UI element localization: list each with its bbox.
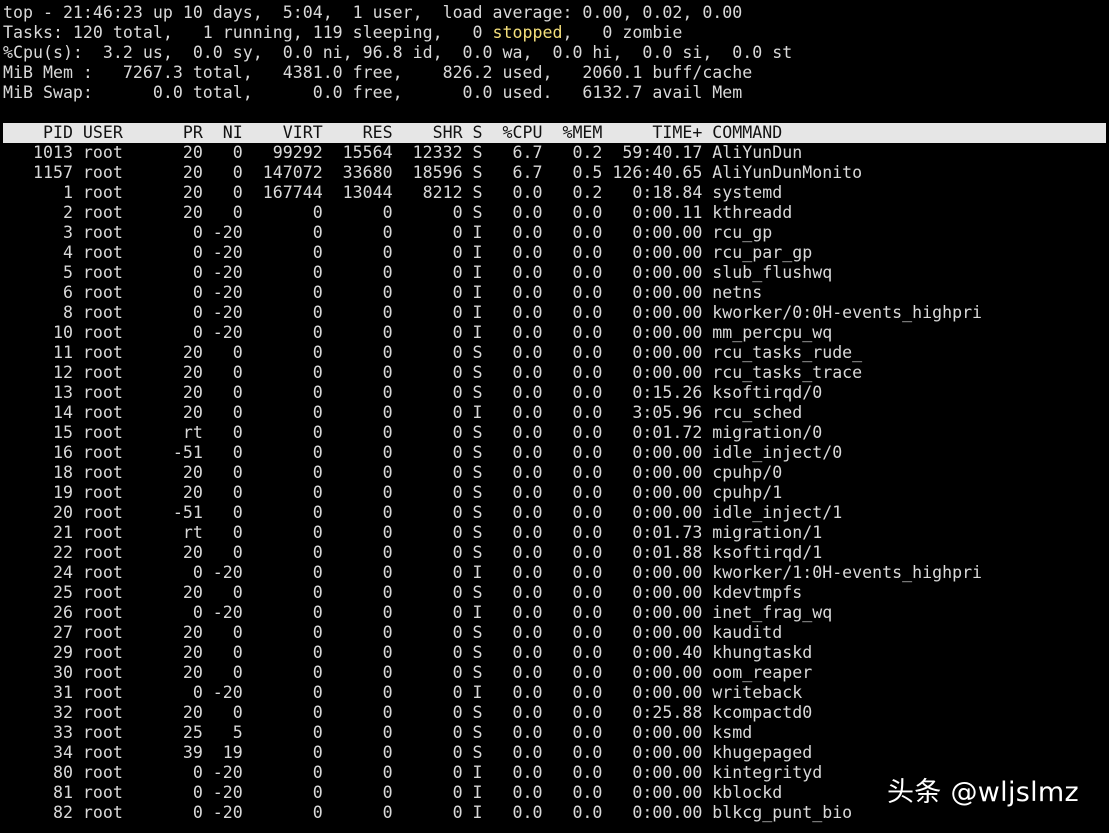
process-row: 32 root 20 0 0 0 0 S 0.0 0.0 0:25.88 kco…: [3, 703, 813, 722]
process-row: 5 root 0 -20 0 0 0 I 0.0 0.0 0:00.00 slu…: [3, 263, 833, 282]
tasks-stopped-label: stopped: [492, 23, 563, 42]
mem-line: MiB Mem : 7267.3 total, 4381.0 free, 826…: [3, 63, 753, 82]
process-row: 1157 root 20 0 147072 33680 18596 S 6.7 …: [3, 163, 863, 182]
process-row: 15 root rt 0 0 0 0 S 0.0 0.0 0:01.72 mig…: [3, 423, 823, 442]
process-row: 12 root 20 0 0 0 0 S 0.0 0.0 0:00.00 rcu…: [3, 363, 863, 382]
process-row: 6 root 0 -20 0 0 0 I 0.0 0.0 0:00.00 net…: [3, 283, 763, 302]
watermark: 头条 @wljslmz: [887, 777, 1080, 808]
process-row: 11 root 20 0 0 0 0 S 0.0 0.0 0:00.00 rcu…: [3, 343, 863, 362]
process-row: 18 root 20 0 0 0 0 S 0.0 0.0 0:00.00 cpu…: [3, 463, 783, 482]
process-row: 1 root 20 0 167744 13044 8212 S 0.0 0.2 …: [3, 183, 783, 202]
process-row: 8 root 0 -20 0 0 0 I 0.0 0.0 0:00.00 kwo…: [3, 303, 983, 322]
process-row: 33 root 25 5 0 0 0 S 0.0 0.0 0:00.00 ksm…: [3, 723, 753, 742]
swap-line: MiB Swap: 0.0 total, 0.0 free, 0.0 used.…: [3, 83, 743, 102]
process-row: 31 root 0 -20 0 0 0 I 0.0 0.0 0:00.00 wr…: [3, 683, 803, 702]
process-row: 1013 root 20 0 99292 15564 12332 S 6.7 0…: [3, 143, 803, 162]
process-row: 4 root 0 -20 0 0 0 I 0.0 0.0 0:00.00 rcu…: [3, 243, 813, 262]
process-row: 30 root 20 0 0 0 0 S 0.0 0.0 0:00.00 oom…: [3, 663, 813, 682]
tasks-line: Tasks: 120 total, 1 running, 119 sleepin…: [3, 23, 1109, 43]
process-row: 21 root rt 0 0 0 0 S 0.0 0.0 0:01.73 mig…: [3, 523, 823, 542]
cpu-line: %Cpu(s): 3.2 us, 0.0 sy, 0.0 ni, 96.8 id…: [3, 43, 793, 62]
process-row: 27 root 20 0 0 0 0 S 0.0 0.0 0:00.00 kau…: [3, 623, 783, 642]
process-row: 20 root -51 0 0 0 0 S 0.0 0.0 0:00.00 id…: [3, 503, 843, 522]
process-row: 16 root -51 0 0 0 0 S 0.0 0.0 0:00.00 id…: [3, 443, 843, 462]
process-row: 26 root 0 -20 0 0 0 I 0.0 0.0 0:00.00 in…: [3, 603, 833, 622]
top-uptime-line: top - 21:46:23 up 10 days, 5:04, 1 user,…: [3, 3, 743, 22]
process-table-body: 1013 root 20 0 99292 15564 12332 S 6.7 0…: [3, 143, 1109, 823]
process-row: 3 root 0 -20 0 0 0 I 0.0 0.0 0:00.00 rcu…: [3, 223, 773, 242]
process-row: 22 root 20 0 0 0 0 S 0.0 0.0 0:01.88 kso…: [3, 543, 823, 562]
process-table-header: PID USER PR NI VIRT RES SHR S %CPU %MEM …: [3, 123, 1106, 143]
process-row: 2 root 20 0 0 0 0 S 0.0 0.0 0:00.11 kthr…: [3, 203, 793, 222]
terminal-window[interactable]: top - 21:46:23 up 10 days, 5:04, 1 user,…: [3, 3, 1109, 823]
process-row: 14 root 20 0 0 0 0 I 0.0 0.0 3:05.96 rcu…: [3, 403, 803, 422]
process-row: 13 root 20 0 0 0 0 S 0.0 0.0 0:15.26 kso…: [3, 383, 823, 402]
process-row: 34 root 39 19 0 0 0 S 0.0 0.0 0:00.00 kh…: [3, 743, 813, 762]
tasks-zombie: , 0 zombie: [562, 23, 683, 42]
process-row: 19 root 20 0 0 0 0 S 0.0 0.0 0:00.00 cpu…: [3, 483, 783, 502]
tasks-counts: Tasks: 120 total, 1 running, 119 sleepin…: [3, 23, 493, 42]
process-row: 29 root 20 0 0 0 0 S 0.0 0.0 0:00.40 khu…: [3, 643, 813, 662]
process-row: 24 root 0 -20 0 0 0 I 0.0 0.0 0:00.00 kw…: [3, 563, 983, 582]
process-row: 10 root 0 -20 0 0 0 I 0.0 0.0 0:00.00 mm…: [3, 323, 833, 342]
process-row: 25 root 20 0 0 0 0 S 0.0 0.0 0:00.00 kde…: [3, 583, 803, 602]
